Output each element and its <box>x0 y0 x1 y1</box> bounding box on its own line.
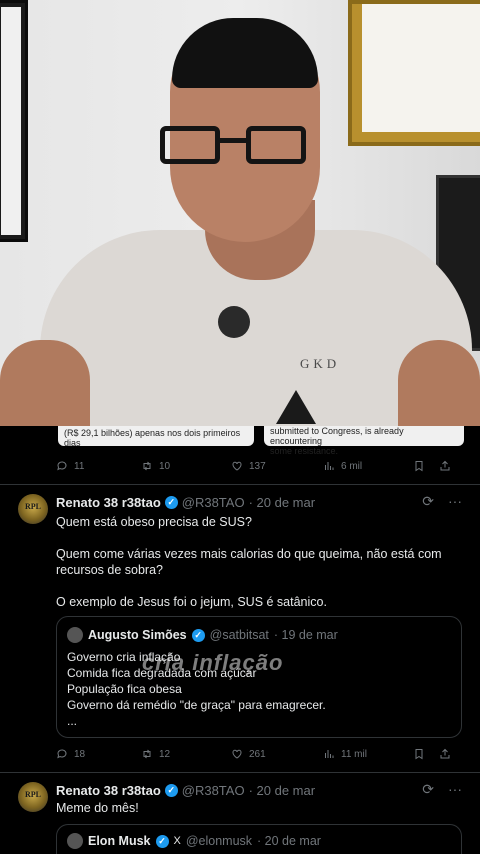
verified-icon: ✓ <box>164 783 178 797</box>
picture-frame-left <box>0 0 28 242</box>
x-logo-icon: X <box>173 835 181 847</box>
feed[interactable]: (R$ 29,1 bilhões) apenas nos dois primei… <box>0 426 480 854</box>
previous-quote-cards: (R$ 29,1 bilhões) apenas nos dois primei… <box>58 426 464 456</box>
reply-button[interactable]: 18 <box>56 748 141 760</box>
heart-icon <box>231 460 243 472</box>
avatar[interactable]: RPL <box>18 494 48 524</box>
tweet-header: Renato 38 r38tao ✓ @R38TAO · 20 de mar <box>56 782 315 798</box>
quoted-tweet-date: · 19 de mar <box>273 628 338 642</box>
tweet-header: Renato 38 r38tao ✓ @R38TAO · 20 de mar <box>56 494 315 510</box>
more-icon[interactable]: ··· <box>448 781 462 798</box>
author-name[interactable]: Renato 38 r38tao <box>56 495 161 510</box>
retweet-button[interactable]: 10 <box>141 460 231 472</box>
video-caption-overlay: cria inflação <box>142 650 284 675</box>
quoted-author-name: Elon Musk <box>88 834 151 848</box>
tweet-top-actions: ⟳ ··· <box>422 781 462 798</box>
grok-icon[interactable]: ⟳ <box>422 781 434 798</box>
quoted-author-handle: @satbitsat <box>209 628 269 642</box>
tweet-text: Quem está obeso precisa de SUS? Quem com… <box>56 515 442 609</box>
avatar[interactable]: RPL <box>18 782 48 812</box>
like-button[interactable]: 261 <box>231 748 323 760</box>
more-icon[interactable]: ··· <box>448 493 462 510</box>
video-frame[interactable]: GKD <box>0 0 480 426</box>
person-arm-left <box>0 340 90 426</box>
retweet-button[interactable]: 12 <box>141 748 231 760</box>
verified-icon: ✓ <box>164 495 178 509</box>
previous-tweet-actions: 11 10 137 6 mil <box>56 456 464 476</box>
person-arm-right <box>398 340 480 426</box>
tweet-text: Meme do mês! <box>56 801 139 815</box>
shirt-triangle-logo <box>276 390 316 424</box>
quoted-tweet-date: · 20 de mar <box>257 834 321 848</box>
author-handle[interactable]: @R38TAO <box>182 783 245 798</box>
tweet[interactable]: RPL Renato 38 r38tao ✓ @R38TAO · 20 de m… <box>0 484 480 774</box>
quoted-author-name: Augusto Simões <box>88 628 187 642</box>
verified-icon: ✓ <box>155 834 169 848</box>
shirt-brand: GKD <box>300 356 341 371</box>
share-icon[interactable] <box>439 748 451 760</box>
views-button[interactable]: 6 mil <box>323 460 413 472</box>
retweet-icon <box>141 460 153 472</box>
tweet[interactable]: RPL Renato 38 r38tao ✓ @R38TAO · 20 de m… <box>0 772 480 854</box>
reply-icon <box>56 460 68 472</box>
quoted-avatar <box>67 833 83 849</box>
bookmark-icon[interactable] <box>413 748 425 760</box>
quoted-tweet-header: Augusto Simões ✓ @satbitsat · 19 de mar <box>67 627 338 643</box>
views-icon <box>323 748 335 760</box>
quoted-tweet[interactable]: Augusto Simões ✓ @satbitsat · 19 de mar … <box>56 616 462 738</box>
tweet-top-actions: ⟳ ··· <box>422 493 462 510</box>
quoted-tweet-header: Elon Musk ✓ X @elonmusk · 20 de mar <box>67 833 321 849</box>
grok-icon[interactable]: ⟳ <box>422 493 434 510</box>
retweet-icon <box>141 748 153 760</box>
share-icon[interactable] <box>439 460 451 472</box>
previous-quote-left: (R$ 29,1 bilhões) apenas nos dois primei… <box>58 426 254 448</box>
tweet-actions: 18 12 261 11 mil <box>56 744 464 764</box>
picture-frame-gold <box>348 0 480 146</box>
lapel-mic <box>218 306 250 338</box>
views-icon <box>323 460 335 472</box>
tweet-date[interactable]: · 20 de mar <box>249 783 315 798</box>
quoted-author-handle: @elonmusk <box>185 834 253 848</box>
bookmark-icon[interactable] <box>413 460 425 472</box>
glasses <box>160 126 310 166</box>
quoted-avatar <box>67 627 83 643</box>
reply-icon <box>56 748 68 760</box>
author-handle[interactable]: @R38TAO <box>182 495 245 510</box>
tweet-date[interactable]: · 20 de mar <box>249 495 315 510</box>
views-button[interactable]: 11 mil <box>323 748 413 760</box>
quoted-tweet[interactable]: Elon Musk ✓ X @elonmusk · 20 de mar <box>56 824 462 854</box>
heart-icon <box>231 748 243 760</box>
verified-icon: ✓ <box>191 628 205 642</box>
author-name[interactable]: Renato 38 r38tao <box>56 783 161 798</box>
previous-quote-right: submitted to Congress, is already encoun… <box>264 426 464 456</box>
like-button[interactable]: 137 <box>231 460 323 472</box>
reply-button[interactable]: 11 <box>56 460 141 472</box>
